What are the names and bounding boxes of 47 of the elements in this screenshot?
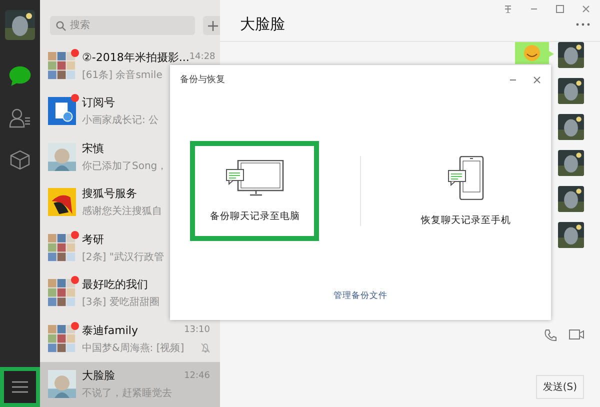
backup-option[interactable]: 恢复聊天记录至手机 — [402, 141, 531, 241]
chat-name: 大脸脸 — [82, 368, 115, 384]
search-icon — [56, 21, 66, 31]
message-preview: 感谢您关注搜狐自 — [82, 204, 162, 218]
chat-name: 搜狐号服务 — [82, 186, 137, 202]
emoji-message-bubble — [515, 42, 555, 64]
video-icon[interactable] — [569, 329, 584, 340]
chat-title: 大脸脸 — [240, 15, 285, 34]
message-preview: 小画家成长记: 公 — [82, 114, 159, 128]
message-preview: [61条] 余音smile — [82, 68, 162, 82]
phone-icon — [448, 156, 484, 200]
chat-time: 13:10 — [184, 325, 210, 336]
chat-name: 考研 — [82, 232, 104, 247]
chat-time: 14:28 — [189, 52, 216, 62]
menu-button[interactable] — [0, 367, 40, 407]
pin-icon[interactable] — [504, 5, 512, 13]
menu-icon — [12, 381, 28, 393]
manage-backup-link[interactable]: 管理备份文件 — [334, 290, 388, 302]
cube-icon[interactable] — [10, 150, 30, 170]
message-preview: 你已添加了Song， — [82, 160, 168, 173]
chat-item[interactable]: 大脸脸 12:46 不说了，赶紧睡觉去 — [40, 362, 220, 407]
chat-item[interactable]: 最好吃的我们 [3条] 爱吃甜甜圈 — [40, 270, 220, 316]
message-preview: [3条] 爱吃甜甜圈 — [82, 296, 160, 310]
phone-icon[interactable] — [544, 329, 557, 342]
chat-name: 宋慎 — [82, 140, 104, 156]
chat-name: ②-2018年米拍摄影... — [82, 50, 190, 65]
message-preview: 中国梦&周海燕: [视频] — [82, 342, 184, 355]
contacts-icon[interactable] — [9, 108, 31, 128]
close-icon[interactable] — [582, 5, 590, 13]
computer-icon — [226, 160, 284, 196]
more-icon[interactable] — [576, 23, 590, 26]
chat-name: 订阅号 — [82, 95, 115, 110]
send-button[interactable]: 发送(S) — [536, 375, 584, 399]
plus-icon — [208, 20, 218, 30]
close-icon[interactable] — [533, 76, 541, 84]
chat-icon[interactable] — [9, 66, 31, 86]
chat-item[interactable]: 泰迪family 13:10 中国梦&周海燕: [视频] — [40, 316, 220, 362]
search-field[interactable]: 搜索 — [50, 16, 195, 35]
chat-item[interactable]: 订阅号 小画家成长记: 公 — [40, 88, 220, 134]
dialog-title: 备份与恢复 — [180, 74, 226, 86]
backup-option[interactable]: 备份聊天记录至电脑 — [190, 141, 320, 241]
message-preview: 不说了，赶紧睡觉去 — [82, 386, 172, 400]
chat-name: 最好吃的我们 — [82, 277, 148, 292]
chat-name: 泰迪family — [82, 322, 138, 338]
message-preview: [2条] "武汉行政管 — [82, 250, 164, 264]
chat-time: 12:46 — [184, 370, 210, 381]
maximize-icon[interactable] — [556, 5, 564, 13]
